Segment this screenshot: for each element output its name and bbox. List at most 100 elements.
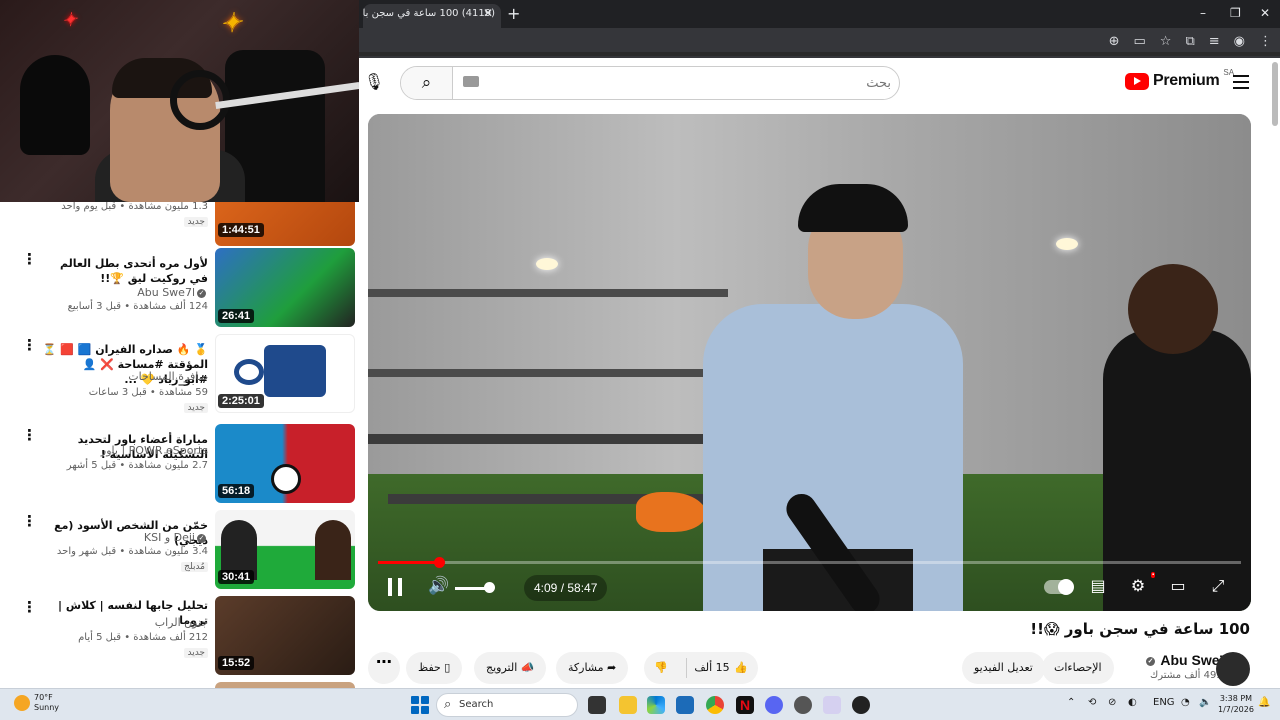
more-actions-icon[interactable]: ⋮	[22, 514, 37, 536]
stats-button[interactable]: الإحصاءات	[1042, 652, 1114, 684]
notification-icon[interactable]: 🔔	[1258, 697, 1270, 708]
wall-lamp	[1056, 238, 1078, 250]
page-scrollbar[interactable]	[1272, 62, 1278, 126]
channel-name[interactable]: KSI و Deji ✓	[144, 531, 208, 544]
search-box[interactable]: ⌕	[400, 66, 900, 100]
language-indicator[interactable]: ENG	[1153, 697, 1175, 708]
dislike-icon[interactable]: 👎	[654, 652, 668, 684]
app-icon[interactable]	[852, 696, 870, 714]
list-item[interactable]: ⋮ 15:52 تحليل جابها لنفسه | كلاش | تروما…	[0, 596, 359, 676]
youtube-header: 🎙 ⌕ Premium SA	[359, 58, 1280, 112]
subtitles-icon[interactable]: ▤	[1086, 576, 1110, 595]
autoplay-toggle[interactable]	[1044, 579, 1074, 595]
system-clock[interactable]: 3:38 PM 1/7/2026	[1218, 693, 1254, 715]
discord-icon[interactable]	[765, 696, 783, 714]
tray-app-icon[interactable]: ◐	[1128, 697, 1137, 708]
list-item[interactable]: ⋮ 30:41 خمّن من الشخص الأسود (مع ديجي) K…	[0, 510, 359, 590]
channel-avatar[interactable]	[1216, 652, 1250, 686]
share-icon: ➦	[603, 661, 617, 674]
save-button[interactable]: ▯ حفظ	[406, 652, 463, 684]
weather-widget[interactable]: 70°F Sunny	[14, 693, 59, 713]
zoom-icon[interactable]: ⊕	[1109, 34, 1120, 49]
video-actions: ⋯ ▯ حفظ 📣 الترويج ➦ مشاركة 👎 👍 15 ألف تع…	[368, 652, 1251, 686]
like-icon[interactable]: 👍	[734, 652, 748, 684]
youtube-play-icon	[1125, 72, 1149, 90]
costume-figure	[20, 55, 90, 155]
close-window-icon[interactable]: ✕	[1260, 6, 1270, 20]
bench-rail	[368, 289, 728, 297]
speaker-icon[interactable]: 🔈	[1199, 697, 1211, 708]
bench-rail	[368, 369, 728, 377]
list-item[interactable]: ⋮ 26:41 لأول مره أتحدى بطل العالم في روك…	[0, 248, 359, 328]
tray-app-icon[interactable]: ⊘	[1108, 697, 1116, 708]
fullscreen-icon[interactable]: ⤢	[1206, 576, 1230, 596]
video-player[interactable]: 🔊 4:09 / 58:47 ▤ ⚙ ▪ ▭ ⤢	[368, 114, 1251, 611]
volume-icon[interactable]: 🔊	[428, 576, 449, 596]
settings-icon[interactable]: ⚙	[1126, 576, 1150, 595]
tray-overflow-icon[interactable]: ⌃	[1067, 697, 1075, 708]
cast-icon[interactable]: ▭	[1134, 34, 1146, 49]
tab-title: (4119) 100 ساعة في سجن باور	[363, 8, 495, 19]
video-title[interactable]: لأول مره أتحدى بطل العالم في روكيت ليق 🏆…	[38, 256, 208, 286]
extensions-icon[interactable]: ⧉	[1185, 34, 1194, 49]
copilot-icon[interactable]	[647, 696, 665, 714]
time-display: 4:09 / 58:47	[524, 575, 608, 601]
verified-icon: ✓	[1146, 656, 1155, 666]
voice-search-icon[interactable]: 🎙	[363, 72, 385, 96]
verified-icon: ✓	[197, 288, 206, 298]
list-item[interactable]: ⋮ 56:18 مباراة أعضاء باور لتحديد التشكيل…	[0, 424, 359, 504]
more-actions-icon[interactable]: ⋮	[22, 600, 37, 622]
chrome-icon[interactable]	[706, 696, 724, 714]
browser-menu-icon[interactable]: ⋮	[1259, 34, 1272, 49]
search-icon[interactable]: ⌕	[401, 67, 453, 99]
profile-icon[interactable]: ◉	[1234, 34, 1245, 49]
save-label: حفظ	[418, 661, 441, 674]
progress-scrubber[interactable]	[434, 557, 445, 568]
store-icon[interactable]	[676, 696, 694, 714]
start-icon[interactable]	[411, 696, 429, 714]
app-icon[interactable]	[823, 696, 841, 714]
progress-bar[interactable]	[378, 557, 1241, 568]
app-icon[interactable]	[794, 696, 812, 714]
weather-text: 70°F Sunny	[34, 693, 59, 713]
bookmark-star-icon[interactable]: ☆	[1160, 34, 1172, 49]
neon-sign: ✦	[60, 8, 79, 32]
webcam-overlay: ✦ ✦	[0, 0, 359, 202]
more-actions-button[interactable]: ⋯	[368, 652, 400, 684]
channel-name[interactable]: Abu Swe7l ✓	[137, 286, 208, 299]
youtube-premium-logo[interactable]: Premium SA	[1125, 68, 1234, 90]
more-actions-icon[interactable]: ⋮	[22, 252, 37, 274]
search-input[interactable]	[461, 71, 891, 95]
share-button[interactable]: ➦ مشاركة	[556, 652, 629, 684]
tab-close-icon[interactable]: ✕	[483, 6, 493, 20]
duration-badge: 15:52	[218, 656, 255, 670]
new-tab-button[interactable]: +	[507, 4, 520, 23]
media-controls-icon[interactable]: ≡	[1209, 34, 1220, 49]
subscriber-count: 493 ألف مشترك	[1150, 670, 1223, 681]
channel-name[interactable]: صافرة المساحات	[128, 370, 208, 383]
browser-tab[interactable]: (4119) 100 ساعة في سجن باور	[363, 4, 501, 28]
minimize-icon[interactable]: –	[1200, 6, 1206, 20]
share-label: مشاركة	[568, 661, 604, 674]
duration-badge: 26:41	[218, 309, 255, 323]
theater-mode-icon[interactable]: ▭	[1166, 576, 1190, 595]
pause-button[interactable]	[388, 578, 402, 596]
wifi-icon[interactable]: ◔	[1181, 697, 1190, 708]
like-dislike-group: 👎 👍 15 ألف	[644, 652, 758, 684]
megaphone-icon: 📣	[517, 661, 535, 674]
tray-app-icon[interactable]: ⟲	[1088, 697, 1096, 708]
channel-name[interactable]: باور | POWR eSports	[101, 444, 208, 457]
list-item[interactable]: ⋮ 2:25:01 🥇 🔥 صداره الفيران 🟦 🟥 ⏳ المؤقت…	[0, 334, 359, 414]
menu-icon[interactable]	[1233, 75, 1249, 89]
file-explorer-icon[interactable]	[619, 696, 637, 714]
more-actions-icon[interactable]: ⋮	[22, 428, 37, 450]
taskbar-search[interactable]: Search	[436, 693, 578, 717]
task-view-icon[interactable]	[588, 696, 606, 714]
maximize-icon[interactable]: ❐	[1230, 6, 1241, 20]
channel-name[interactable]: جنون الراب	[155, 616, 208, 629]
netflix-icon[interactable]: N	[736, 696, 754, 714]
promote-button[interactable]: 📣 الترويج	[474, 652, 547, 684]
orange-cloth	[636, 492, 706, 532]
edit-video-button[interactable]: تعديل الفيديو	[962, 652, 1045, 684]
more-actions-icon[interactable]: ⋮	[22, 338, 37, 360]
